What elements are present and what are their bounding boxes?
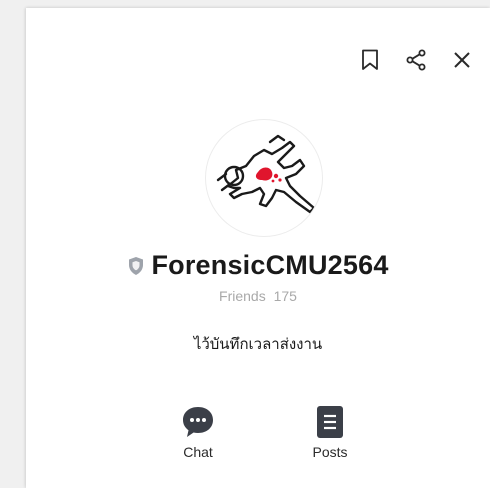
- shield-badge-icon: [129, 256, 144, 275]
- chat-bubble-icon: [183, 407, 213, 437]
- profile-actions: Chat Posts: [26, 404, 490, 468]
- posts-label: Posts: [312, 444, 348, 460]
- close-icon: [454, 52, 470, 68]
- profile-avatar[interactable]: [206, 120, 322, 236]
- posts-document-icon: [317, 406, 343, 438]
- friends-number: 175: [273, 288, 297, 304]
- profile-name-row: ForensicCMU2564: [26, 250, 490, 281]
- crime-scene-outline-icon: [216, 134, 316, 214]
- bookmark-button[interactable]: [358, 48, 382, 72]
- bookmark-icon: [362, 49, 378, 70]
- share-icon: [406, 49, 426, 71]
- close-button[interactable]: [450, 48, 474, 72]
- profile-toolbar: [358, 48, 474, 72]
- profile-name: ForensicCMU2564: [151, 250, 389, 280]
- friends-count: Friends 175: [26, 288, 490, 304]
- status-message: ไว้บันทึกเวลาส่งงาน: [193, 336, 323, 353]
- chat-label: Chat: [183, 444, 213, 460]
- friends-label: Friends: [219, 288, 266, 304]
- chat-button[interactable]: Chat: [163, 404, 233, 460]
- posts-button[interactable]: Posts: [295, 404, 365, 460]
- profile-card: ForensicCMU2564 Friends 175 ไว้บันทึกเวล…: [26, 8, 490, 488]
- share-button[interactable]: [404, 48, 428, 72]
